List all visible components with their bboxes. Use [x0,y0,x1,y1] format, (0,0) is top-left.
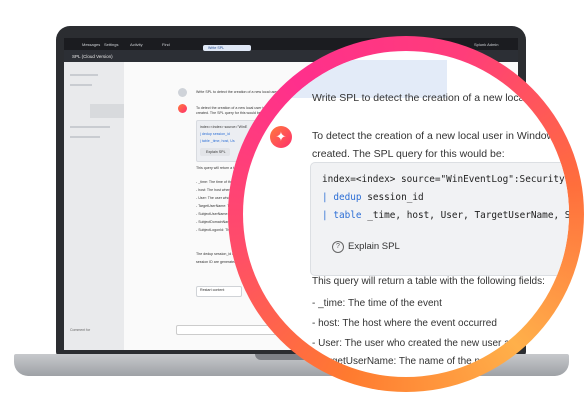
mini-user-avatar [178,88,187,97]
assistant-intro-line-2: created. The SPL query for this would be… [312,148,505,160]
explain-spl-label: Explain SPL [348,241,400,252]
spl-command: dedup [333,192,362,203]
code-line-1: index=<index> source="WinEventLog":Secur… [322,174,569,185]
code-line-3: | table _time, host, User, TargetUserNam… [322,210,569,221]
sidebar-footer-text: Comment for [70,328,91,332]
magnifier-lens: Write SPL to detect the creation of a ne… [243,51,569,377]
user-menu[interactable]: Splunk Admin [474,42,498,47]
mini-code-line-3: | table _time, host, Us [200,139,235,143]
field-item: - _time: The time of the event [312,298,442,309]
mini-explain-label: Explain SPL [206,150,226,154]
menu-item-messages[interactable]: Messages [82,42,100,47]
pipe-symbol: | [322,210,328,221]
sidebar-line [70,126,110,128]
assistant-avatar-icon: ✦ [270,126,292,148]
mini-restart-label: Restart content [200,288,225,292]
menu-item-find[interactable]: Find [162,42,170,47]
fields-intro: This query will return a table with the … [312,276,545,287]
sidebar-selected-item[interactable] [90,104,124,118]
spl-args: _time, host, User, TargetUserName, Subj [367,210,569,221]
field-item: - User: The user who created the new use… [312,338,531,349]
sidebar-line [70,136,100,138]
mini-code-line-1: index=<index> source="WinE [200,125,248,129]
explain-spl-button[interactable]: ? Explain SPL [318,234,408,260]
app-title: SPL (Cloud Version) [72,54,113,59]
field-item: - TargetUserName: The name of the new [312,356,493,367]
user-message: Write SPL to detect the creation of a ne… [312,92,562,104]
sidebar-line [70,74,98,76]
menu-item-activity[interactable]: Activity [130,42,143,47]
pipe-symbol: | [322,192,328,203]
menu-item-settings[interactable]: Settings [104,42,118,47]
mini-assistant-avatar [178,104,187,113]
help-icon: ? [332,241,344,253]
mini-code-line-2: | dedup session_id [200,132,230,136]
code-line-2: | dedup session_id [322,192,424,203]
sidebar: Comment for [64,62,125,350]
spl-args: session_id [367,192,424,203]
sidebar-line [70,84,92,86]
mini-tab-text: Write SPL [208,46,225,50]
spl-command: table [333,210,362,221]
field-item: - host: The host where the event occurre… [312,318,497,329]
assistant-intro-line-1: To detect the creation of a new local us… [312,130,569,142]
